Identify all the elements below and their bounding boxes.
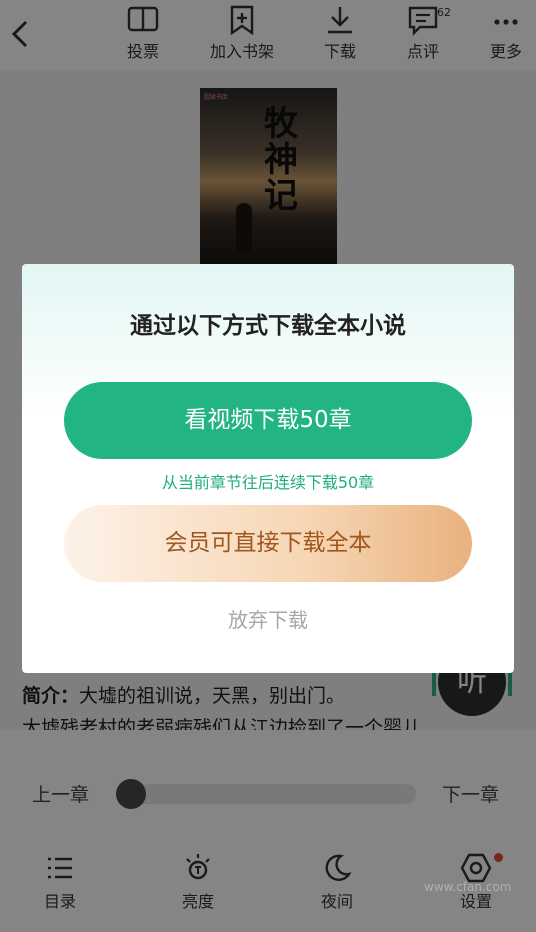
give-up-download-button[interactable]: 放弃下载 — [168, 604, 368, 636]
dialog-title: 通过以下方式下载全本小说 — [130, 313, 406, 339]
watch-video-download-button[interactable]: 看视频下载50章 — [64, 382, 472, 459]
watermark: www.cfan.com — [424, 880, 512, 894]
download-dialog: 通过以下方式下载全本小说 看视频下载50章 从当前章节往后连续下载50章 会员可… — [22, 264, 514, 673]
video-download-note: 从当前章节往后连续下载50章 — [161, 473, 375, 492]
vip-download-button[interactable]: 会员可直接下载全本 — [64, 505, 472, 582]
